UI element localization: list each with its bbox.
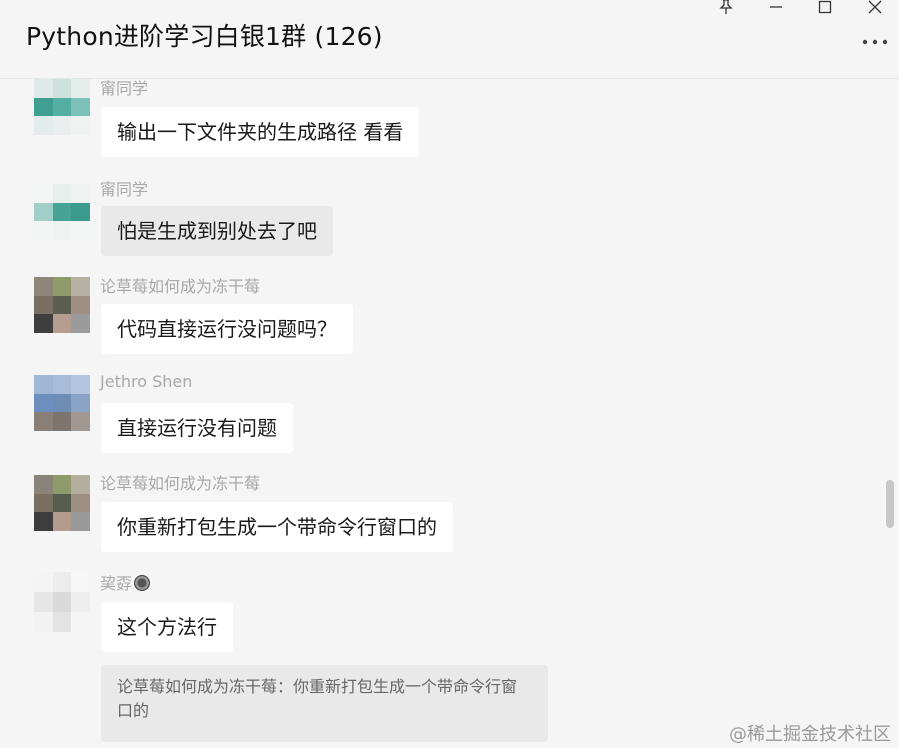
sender-name: 论草莓如何成为冻干莓	[100, 474, 261, 493]
message-bubble[interactable]: 输出一下文件夹的生成路径 看看	[101, 107, 420, 157]
sender-name: 巭孬	[100, 570, 151, 594]
message-bubble[interactable]: 代码直接运行没问题吗？	[101, 304, 353, 354]
message-bubble[interactable]: 怕是生成到别处去了吧	[101, 206, 333, 256]
message-bubble[interactable]: 直接运行没有问题	[101, 403, 293, 453]
pin-icon[interactable]	[706, 0, 746, 16]
sender-name: 甯同学	[100, 180, 149, 199]
sender-name-text: 巭孬	[100, 574, 133, 593]
maximize-icon[interactable]	[805, 0, 845, 16]
more-horizontal-icon[interactable]	[861, 32, 889, 52]
minimize-icon[interactable]	[756, 0, 796, 16]
scrollbar-thumb[interactable]	[886, 480, 894, 528]
avatar[interactable]	[34, 79, 90, 135]
watermark: @稀土掘金技术社区	[729, 724, 891, 745]
sender-name: Jethro Shen	[100, 372, 193, 391]
avatar[interactable]	[34, 375, 90, 431]
sender-name: 甯同学	[100, 79, 149, 98]
emoji-icon	[134, 575, 151, 591]
message-bubble[interactable]: 你重新打包生成一个带命令行窗口的	[101, 502, 453, 552]
avatar[interactable]	[34, 475, 90, 531]
sender-name: 论草莓如何成为冻干莓	[100, 277, 261, 296]
message-bubble[interactable]: 这个方法行	[101, 602, 233, 652]
quoted-message[interactable]: 论草莓如何成为冻干莓：你重新打包生成一个带命令行窗口的	[101, 665, 548, 742]
avatar[interactable]	[34, 184, 90, 240]
avatar[interactable]	[34, 277, 90, 333]
title-bar: Python进阶学习白银1群 (126)	[0, 0, 899, 79]
avatar[interactable]	[34, 572, 90, 632]
close-icon[interactable]	[855, 0, 895, 16]
chat-title: Python进阶学习白银1群 (126)	[26, 22, 383, 51]
